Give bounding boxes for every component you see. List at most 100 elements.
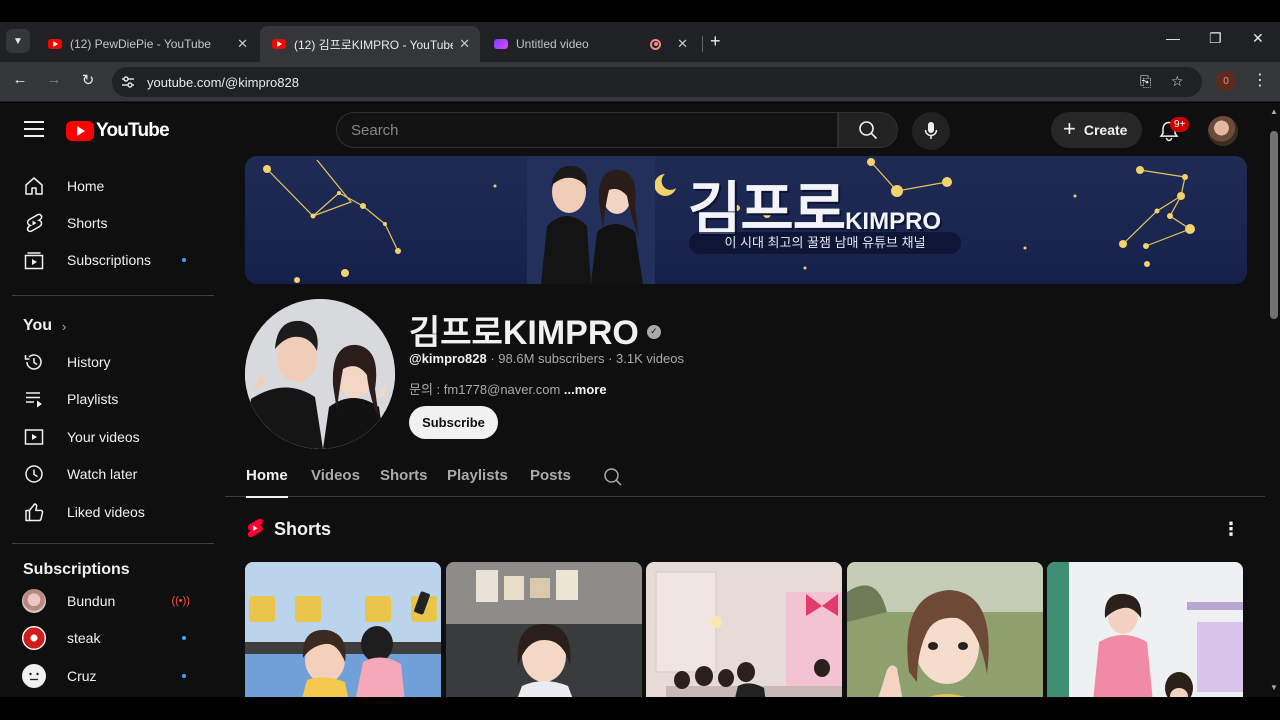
short-thumbnail[interactable] xyxy=(1047,562,1243,697)
subscription-item-steak[interactable]: steak xyxy=(12,619,212,657)
install-app-icon[interactable]: ⎘ xyxy=(1140,73,1151,90)
tab-home[interactable]: Home xyxy=(246,467,288,498)
browser-tab-pewdiepie[interactable]: (12) PewDiePie - YouTube ✕ xyxy=(36,26,258,62)
site-info-icon[interactable] xyxy=(121,75,135,89)
tab-title: (12) PewDiePie - YouTube xyxy=(70,37,211,51)
channel-avatar-steak xyxy=(22,626,46,650)
sidebar-item-liked-videos[interactable]: Liked videos xyxy=(12,493,212,531)
home-icon xyxy=(22,174,46,198)
search-icon xyxy=(859,121,878,140)
tab-separator xyxy=(702,36,703,52)
watch-later-icon xyxy=(22,462,46,486)
more-link[interactable]: ...more xyxy=(564,382,607,397)
tab-title: (12) 김프로KIMPRO - YouTube xyxy=(294,37,454,52)
sidebar-item-playlists[interactable]: Playlists xyxy=(12,380,212,418)
channel-avatar[interactable] xyxy=(245,299,395,449)
tab-title: Untitled video xyxy=(516,37,589,51)
channel-stats: · 98.6M subscribers · 3.1K videos xyxy=(486,351,684,366)
new-content-dot xyxy=(182,258,186,262)
window-close-button[interactable]: ✕ xyxy=(1252,30,1264,47)
youtube-favicon-icon xyxy=(272,39,286,49)
short-thumbnail[interactable] xyxy=(847,562,1043,697)
address-bar[interactable]: youtube.com/@kimpro828 ⎘ ☆ xyxy=(112,67,1202,97)
sidebar-item-label: steak xyxy=(67,630,101,646)
back-arrow-icon[interactable]: ← xyxy=(9,71,31,88)
channel-meta: @kimpro828 · 98.6M subscribers · 3.1K vi… xyxy=(409,351,684,366)
browser-tab-untitled-video[interactable]: Untitled video ✕ xyxy=(482,26,698,62)
channel-description[interactable]: 문의 : fm1778@naver.com ...more xyxy=(409,379,607,398)
subscription-item-bundun[interactable]: Bundun ((•)) xyxy=(12,582,212,620)
playlists-icon xyxy=(22,387,46,411)
sidebar-item-label: Watch later xyxy=(67,466,138,482)
short-thumbnail[interactable] xyxy=(646,562,842,697)
sidebar-item-home[interactable]: Home xyxy=(12,167,212,205)
shorts-section-title: Shorts xyxy=(274,518,332,539)
new-tab-button[interactable]: + xyxy=(710,31,721,52)
channel-banner: 김프로KIMPRO 이 시대 최고의 꿀잼 남매 유튜브 채널 xyxy=(245,156,1247,284)
channel-search-icon[interactable] xyxy=(603,467,623,487)
sidebar-item-label: Subscriptions xyxy=(67,252,152,268)
bookmark-star-icon[interactable]: ☆ xyxy=(1171,73,1184,90)
short-thumbnail[interactable] xyxy=(446,562,642,697)
tab-shorts[interactable]: Shorts xyxy=(380,467,428,484)
sidebar-item-shorts[interactable]: Shorts xyxy=(12,204,212,242)
account-avatar[interactable] xyxy=(1208,116,1238,146)
youtube-logo-text: YouTube xyxy=(96,120,170,141)
minimize-button[interactable]: — xyxy=(1166,30,1180,46)
search-box[interactable] xyxy=(336,112,838,148)
tab-search-chevron-icon[interactable]: ▼ xyxy=(6,29,30,53)
search-input[interactable] xyxy=(351,122,811,139)
new-content-dot xyxy=(182,636,186,640)
sidebar-item-your-videos[interactable]: Your videos xyxy=(12,418,212,456)
search-button[interactable] xyxy=(838,112,898,148)
page-scrollbar[interactable]: ▲ ▼ xyxy=(1268,103,1280,697)
browser-tab-kimpro[interactable]: (12) 김프로KIMPRO - YouTube ✕ xyxy=(260,26,480,62)
tab-close-icon[interactable]: ✕ xyxy=(459,36,470,52)
forward-arrow-icon[interactable]: → xyxy=(43,71,65,88)
youtube-logo[interactable]: YouTube xyxy=(66,120,170,142)
video-editor-favicon-icon xyxy=(494,39,508,49)
sidebar-item-history[interactable]: History xyxy=(12,343,212,381)
browser-tab-strip: ▼ (12) PewDiePie - YouTube ✕ (12) 김프로KIM… xyxy=(0,22,1280,62)
sidebar-item-label: Bundun xyxy=(67,593,116,609)
subscriptions-icon xyxy=(22,248,46,272)
banner-subtitle: 이 시대 최고의 꿀잼 남매 유튜브 채널 xyxy=(689,232,961,254)
shorts-more-options-icon[interactable]: ⋮ xyxy=(1222,519,1240,540)
thumbs-up-icon xyxy=(22,500,46,524)
create-button[interactable]: + Create xyxy=(1051,112,1142,148)
sidebar-you-header[interactable]: You › xyxy=(23,317,66,335)
tab-close-icon[interactable]: ✕ xyxy=(677,36,688,52)
extension-icon[interactable]: 0 xyxy=(1216,71,1236,91)
scroll-up-arrow-icon[interactable]: ▲ xyxy=(1270,107,1278,116)
scrollbar-thumb[interactable] xyxy=(1270,131,1278,319)
voice-search-button[interactable] xyxy=(912,112,950,150)
guide-menu-icon[interactable] xyxy=(24,121,44,137)
screen-bottom-bar xyxy=(0,697,1280,720)
tab-videos[interactable]: Videos xyxy=(311,467,360,484)
subscribe-button[interactable]: Subscribe xyxy=(409,406,498,439)
channel-name: 김프로KIMPRO ✓ xyxy=(409,305,661,354)
short-thumbnail[interactable] xyxy=(245,562,441,697)
shorts-section-header: Shorts xyxy=(246,518,331,540)
sidebar-item-label: Cruz xyxy=(67,668,97,684)
shorts-icon xyxy=(22,211,46,235)
you-header-label: You xyxy=(23,317,53,334)
new-content-dot xyxy=(182,674,186,678)
sidebar-item-watch-later[interactable]: Watch later xyxy=(12,455,212,493)
browser-toolbar: ← → ↻ youtube.com/@kimpro828 ⎘ ☆ 0 ⋮ xyxy=(0,62,1280,102)
sidebar-divider xyxy=(12,295,214,296)
scroll-down-arrow-icon[interactable]: ▼ xyxy=(1270,683,1278,692)
tab-close-icon[interactable]: ✕ xyxy=(237,36,248,52)
channel-name-text: 김프로KIMPRO xyxy=(409,314,639,352)
create-label: Create xyxy=(1083,122,1128,138)
sidebar-item-subscriptions[interactable]: Subscriptions xyxy=(12,241,212,279)
restore-button[interactable]: ❐ xyxy=(1209,30,1222,47)
sidebar-divider xyxy=(12,543,214,544)
browser-menu-icon[interactable]: ⋮ xyxy=(1252,70,1268,90)
tab-posts[interactable]: Posts xyxy=(530,467,571,484)
tab-playlists[interactable]: Playlists xyxy=(447,467,508,484)
reload-icon[interactable]: ↻ xyxy=(77,71,99,89)
subscription-item-cruz[interactable]: Cruz xyxy=(12,657,212,695)
screen-top-bar xyxy=(0,0,1280,22)
chevron-right-icon: › xyxy=(62,318,67,334)
